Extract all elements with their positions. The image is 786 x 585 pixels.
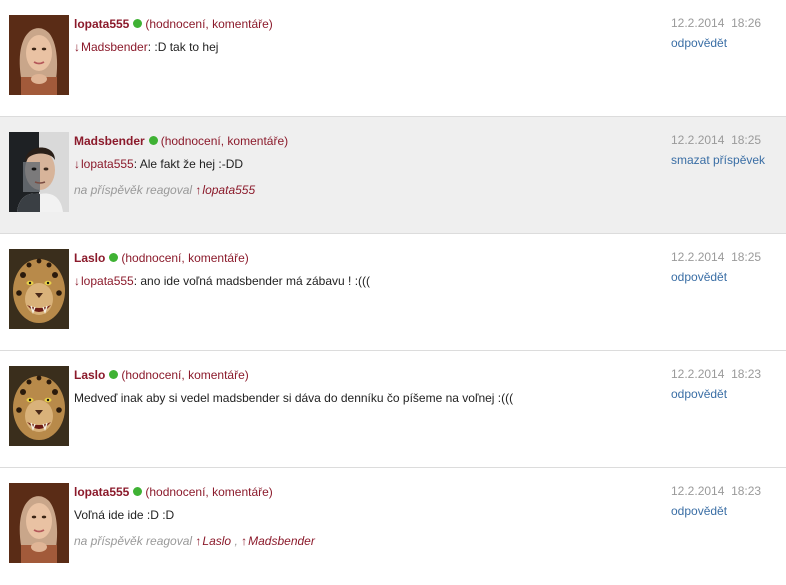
reacted-separator: ,	[231, 534, 242, 548]
reacted-up-arrow-icon: ↑	[241, 534, 248, 548]
rating-link[interactable]: hodnocení	[125, 251, 181, 265]
online-status-icon	[109, 253, 119, 262]
comments-link[interactable]: komentáře	[212, 17, 269, 31]
post-message: : :D tak to hej	[147, 40, 219, 54]
post-text: Medveď inak aby si vedel madsbender si d…	[74, 391, 513, 405]
reacted-user-link[interactable]: Laslo	[202, 534, 231, 548]
comments-link[interactable]: komentáře	[227, 134, 284, 148]
rating-link[interactable]: hodnocení	[149, 17, 205, 31]
post-date: 12.2.2014	[671, 133, 725, 147]
avatar-lopata555[interactable]	[9, 15, 69, 95]
post-item: lopata555 (hodnocení, komentáře) ↓Madsben…	[0, 0, 786, 117]
post-text: ↓lopata555: ano ide voľná madsbender má …	[74, 274, 370, 288]
post-date: 12.2.2014	[671, 367, 725, 381]
avatar-madsbender[interactable]	[9, 132, 69, 212]
post-date: 12.2.2014	[671, 484, 725, 498]
post-message: Medveď inak aby si vedel madsbender si d…	[74, 391, 514, 405]
post-header: Laslo (hodnocení, komentáře)	[74, 251, 249, 265]
reply-to-user-link[interactable]: Madsbender	[81, 40, 148, 54]
avatar-image	[9, 249, 69, 329]
post-time: 18:23	[731, 367, 762, 381]
post-date: 12.2.2014	[671, 250, 725, 264]
reply-to-user-link[interactable]: lopata555	[81, 274, 134, 288]
post-header: Laslo (hodnocení, komentáře)	[74, 368, 249, 382]
rating-link[interactable]: hodnocení	[149, 485, 205, 499]
post-message: : Ale fakt že hej :-DD	[133, 157, 244, 171]
reply-down-arrow-icon: ↓	[74, 274, 80, 288]
rating-link[interactable]: hodnocení	[165, 134, 221, 148]
avatar-image	[9, 15, 69, 95]
reacted-user-link[interactable]: lopata555	[202, 183, 255, 197]
online-status-icon	[148, 136, 158, 145]
avatar-laslo[interactable]	[9, 249, 69, 329]
reacted-label: na příspěvěk reagoval	[74, 534, 193, 548]
comments-link[interactable]: komentáře	[188, 368, 245, 382]
reacted-label: na příspěvěk reagoval	[74, 183, 193, 197]
reacted-by: na příspěvěk reagoval ↑lopata555	[74, 183, 255, 197]
reply-to-user-link[interactable]: lopata555	[81, 157, 134, 171]
online-status-icon	[133, 487, 143, 496]
username-link[interactable]: Madsbender	[74, 134, 145, 148]
reacted-up-arrow-icon: ↑	[195, 534, 202, 548]
post-message: : ano ide voľná madsbender má zábavu ! :…	[133, 274, 371, 288]
post-item: Laslo (hodnocení, komentáře) Medveď inak …	[0, 351, 786, 468]
post-date: 12.2.2014	[671, 16, 725, 30]
online-status-icon	[109, 370, 119, 379]
post-text: ↓Madsbender: :D tak to hej	[74, 40, 218, 54]
avatar-lopata555[interactable]	[9, 483, 69, 563]
post-timestamp: 12.2.2014 18:23	[671, 484, 761, 498]
post-time: 18:26	[731, 16, 762, 30]
username-link[interactable]: lopata555	[74, 17, 129, 31]
post-item: Madsbender (hodnocení, komentáře) ↓lopata…	[0, 117, 786, 234]
post-message: Voľná ide ide :D :D	[74, 508, 175, 522]
post-header: Madsbender (hodnocení, komentáře)	[74, 134, 289, 148]
post-time: 18:25	[731, 250, 762, 264]
reply-down-arrow-icon: ↓	[74, 40, 80, 54]
reply-button[interactable]: odpovědět	[671, 36, 727, 50]
rating-link[interactable]: hodnocení	[125, 368, 181, 382]
post-header: lopata555 (hodnocení, komentáře)	[74, 17, 273, 31]
avatar-image	[9, 132, 69, 212]
reacted-up-arrow-icon: ↑	[195, 183, 202, 197]
username-link[interactable]: lopata555	[74, 485, 129, 499]
post-timestamp: 12.2.2014 18:25	[671, 250, 761, 264]
post-text: Voľná ide ide :D :D	[74, 508, 174, 522]
delete-post-button[interactable]: smazat příspěvek	[671, 153, 765, 167]
post-timestamp: 12.2.2014 18:23	[671, 367, 761, 381]
reacted-user-link[interactable]: Madsbender	[248, 534, 315, 548]
post-timestamp: 12.2.2014 18:26	[671, 16, 761, 30]
reply-button[interactable]: odpovědět	[671, 270, 727, 284]
post-time: 18:23	[731, 484, 762, 498]
comments-link[interactable]: komentáře	[212, 485, 269, 499]
post-text: ↓lopata555: Ale fakt že hej :-DD	[74, 157, 243, 171]
post-item: lopata555 (hodnocení, komentáře) Voľná id…	[0, 468, 786, 585]
username-link[interactable]: Laslo	[74, 368, 105, 382]
post-time: 18:25	[731, 133, 762, 147]
reacted-by: na příspěvěk reagoval ↑Laslo , ↑Madsbend…	[74, 534, 315, 548]
post-header: lopata555 (hodnocení, komentáře)	[74, 485, 273, 499]
reply-down-arrow-icon: ↓	[74, 157, 80, 171]
avatar-image	[9, 483, 69, 563]
post-timestamp: 12.2.2014 18:25	[671, 133, 761, 147]
reply-button[interactable]: odpovědět	[671, 504, 727, 518]
comments-link[interactable]: komentáře	[188, 251, 245, 265]
avatar-image	[9, 366, 69, 446]
online-status-icon	[133, 19, 143, 28]
reply-button[interactable]: odpovědět	[671, 387, 727, 401]
username-link[interactable]: Laslo	[74, 251, 105, 265]
post-item: Laslo (hodnocení, komentáře) ↓lopata555: …	[0, 234, 786, 351]
avatar-laslo[interactable]	[9, 366, 69, 446]
